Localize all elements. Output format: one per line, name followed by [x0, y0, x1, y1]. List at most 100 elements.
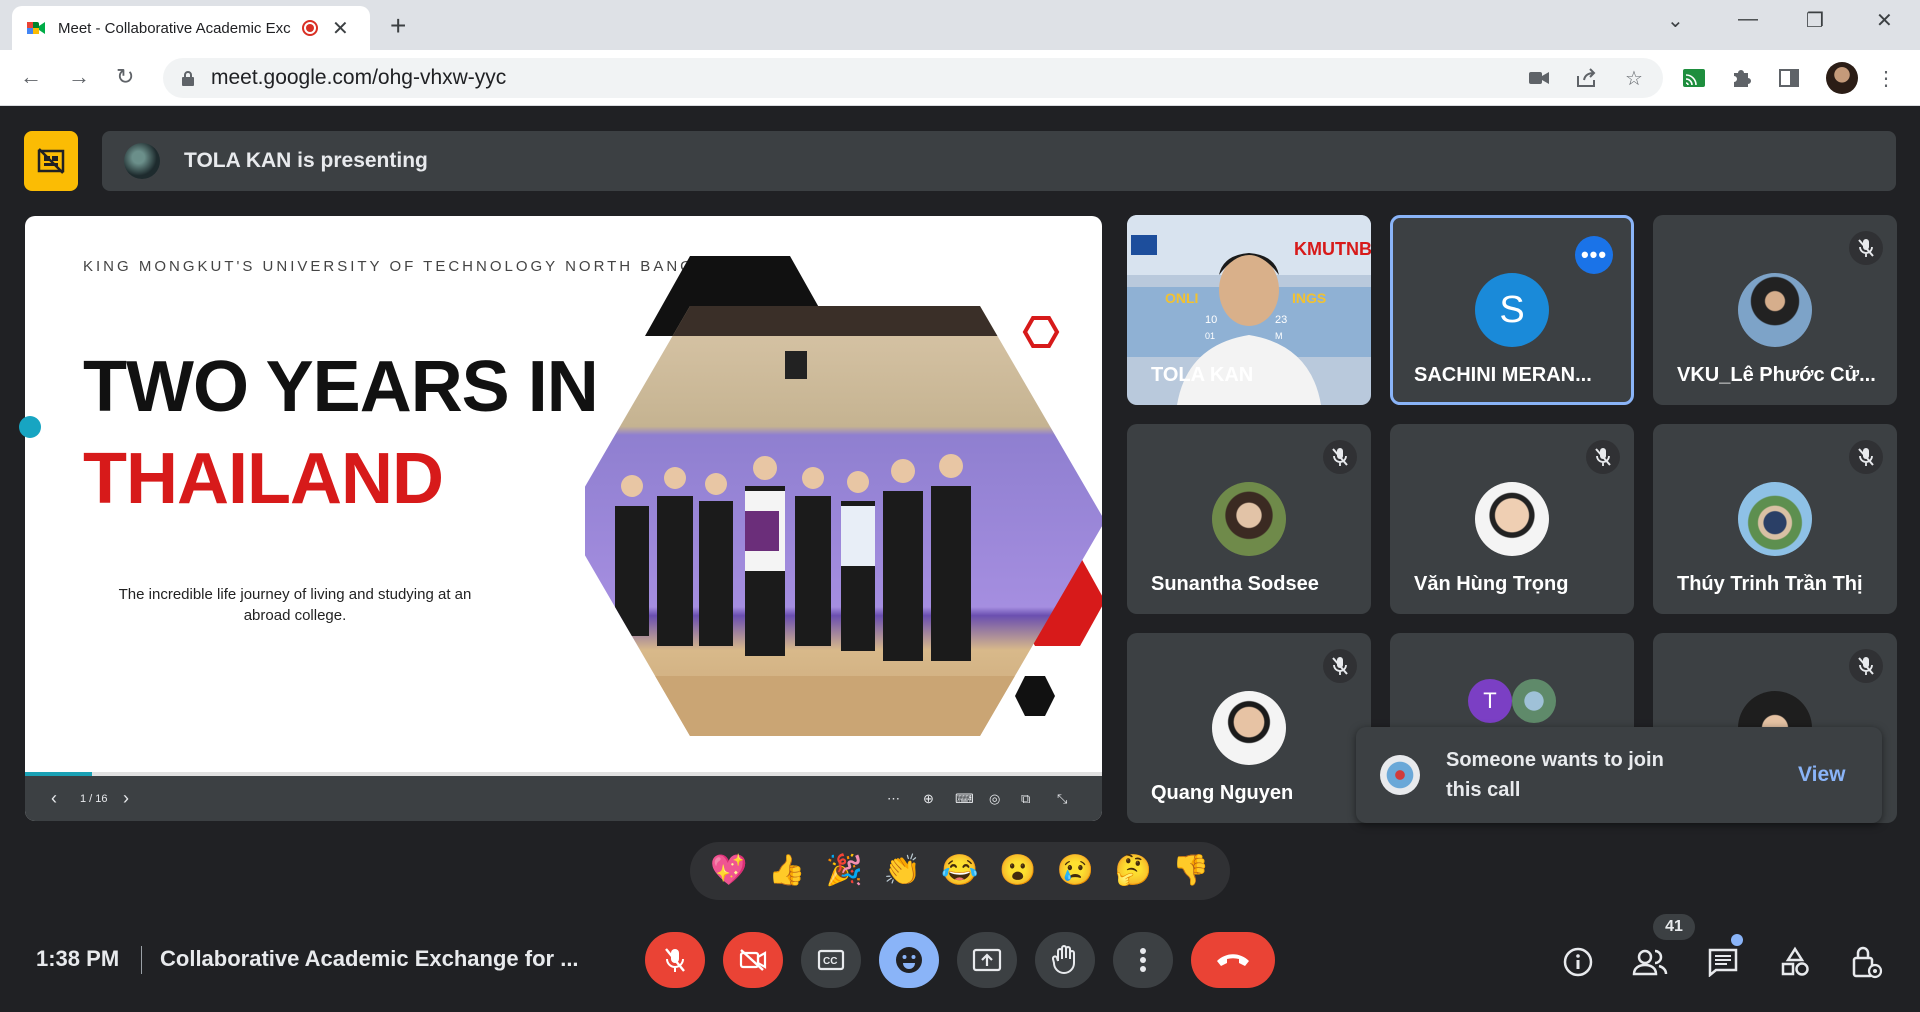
participant-avatar — [1212, 691, 1286, 765]
prev-slide-icon[interactable]: ‹ — [51, 788, 57, 809]
side-panel-icon[interactable] — [1775, 64, 1803, 92]
participant-tile-video[interactable]: KMUTNB ONLI INGS 10 23 01 M TOLA KAN — [1127, 215, 1371, 405]
video-kmutnb-text: KMUTNB — [1294, 239, 1371, 259]
participant-tile[interactable]: VKU_Lê Phước Cử... — [1653, 215, 1897, 405]
camera-off-icon — [739, 949, 767, 971]
reload-icon[interactable]: ↻ — [116, 64, 134, 90]
more-options-button[interactable] — [1113, 932, 1173, 988]
new-tab-button[interactable]: + — [390, 10, 406, 42]
host-controls-button[interactable] — [1847, 942, 1887, 982]
exit-fullscreen-icon[interactable]: ⤡ — [1057, 791, 1067, 807]
keyboard-icon[interactable]: ⌨ — [955, 791, 974, 807]
video-wings-text: INGS — [1292, 290, 1326, 306]
close-window-button[interactable]: ✕ — [1876, 8, 1893, 33]
reactions-button[interactable] — [879, 932, 939, 988]
reaction-surprised[interactable]: 😮 — [999, 856, 1036, 886]
participant-tile[interactable]: Quang Nguyen — [1127, 633, 1371, 823]
bookmark-star-icon[interactable]: ☆ — [1620, 64, 1648, 92]
restore-window-button[interactable]: ❐ — [1806, 8, 1824, 33]
mic-off-icon — [1849, 440, 1883, 474]
people-icon — [1632, 949, 1668, 976]
mic-off-icon — [1849, 231, 1883, 265]
reactions-bar: 💖 👍 🎉 👏 😂 😮 😢 🤔 👎 — [690, 842, 1230, 900]
participant-tile[interactable]: Văn Hùng Trọng — [1390, 424, 1634, 614]
tab-search-icon[interactable]: ⌄ — [1667, 8, 1684, 33]
reaction-crying[interactable]: 😢 — [1057, 856, 1094, 886]
mic-off-icon — [1323, 649, 1357, 683]
recording-icon — [302, 20, 318, 36]
zoom-in-icon[interactable]: ⊕ — [923, 791, 934, 807]
close-tab-button[interactable]: ✕ — [332, 16, 349, 41]
requester-avatar — [1380, 755, 1420, 795]
meeting-details-button[interactable] — [1558, 942, 1598, 982]
host-controls-icon — [1852, 946, 1883, 979]
reaction-thumbs-up[interactable]: 👍 — [768, 856, 805, 886]
reaction-laughing[interactable]: 😂 — [941, 856, 978, 886]
chrome-menu-icon[interactable]: ⋮ — [1872, 64, 1900, 92]
chat-icon — [1708, 948, 1738, 977]
reaction-thinking[interactable]: 🤔 — [1115, 856, 1152, 886]
svg-text:CC: CC — [823, 956, 837, 967]
more-options-icon — [1140, 948, 1146, 972]
slide-title-line2: THAILAND — [83, 439, 444, 519]
activities-icon — [1781, 946, 1809, 976]
presenter-avatar — [124, 143, 160, 179]
browser-toolbar: ← → ↻ meet.google.com/ohg-vhxw-yyc ☆ ⋮ — [0, 50, 1920, 106]
browser-tab[interactable]: Meet - Collaborative Academic Exc ✕ — [12, 6, 370, 50]
minimize-window-button[interactable]: — — [1738, 8, 1758, 31]
cast-icon[interactable] — [1680, 64, 1708, 92]
participant-avatar: T — [1468, 679, 1512, 723]
broadcast-icon[interactable]: ◎ — [989, 791, 1000, 807]
presentation-stage[interactable]: KING MONGKUT'S UNIVERSITY OF TECHNOLOGY … — [25, 216, 1102, 821]
raise-hand-button[interactable] — [1035, 932, 1095, 988]
pip-icon[interactable]: ⧉ — [1021, 791, 1030, 807]
present-now-button[interactable] — [957, 932, 1017, 988]
leave-call-icon — [1217, 954, 1249, 966]
extensions-icon[interactable] — [1727, 64, 1755, 92]
reaction-thumbs-down[interactable]: 👎 — [1172, 856, 1209, 886]
mic-toggle-button[interactable] — [645, 932, 705, 988]
next-slide-icon[interactable]: › — [123, 788, 129, 809]
participant-tile[interactable]: Sunantha Sodsee — [1127, 424, 1371, 614]
profile-avatar[interactable] — [1826, 62, 1858, 94]
participant-tile-active[interactable]: ••• S SACHINI MERAN... — [1390, 215, 1634, 405]
slide-more-icon[interactable]: ⋯ — [887, 791, 900, 807]
address-bar[interactable]: meet.google.com/ohg-vhxw-yyc — [163, 58, 1663, 98]
presenting-label: TOLA KAN is presenting — [184, 149, 428, 172]
more-options-icon[interactable]: ••• — [1575, 236, 1613, 274]
lock-icon — [182, 71, 194, 86]
activities-button[interactable] — [1775, 942, 1815, 982]
meeting-title: Collaborative Academic Exchange for ... — [160, 946, 579, 971]
meeting-time: 1:38 PM — [36, 946, 120, 971]
captions-button[interactable]: CC — [801, 932, 861, 988]
people-button[interactable] — [1630, 942, 1670, 982]
meet-favicon-icon — [27, 22, 45, 34]
forward-icon[interactable]: → — [68, 64, 90, 90]
back-icon[interactable]: ← — [20, 64, 42, 90]
participant-avatar — [1475, 482, 1549, 556]
video-online-text: ONLI — [1165, 290, 1198, 306]
tab-title: Meet - Collaborative Academic Exc — [58, 19, 291, 37]
browser-tab-bar: Meet - Collaborative Academic Exc ✕ + ⌄ … — [0, 0, 1920, 50]
presenter-banner: TOLA KAN is presenting — [102, 131, 1896, 191]
present-icon — [972, 948, 1002, 972]
participant-name: Quang Nguyen — [1151, 782, 1294, 804]
camera-permission-icon[interactable] — [1525, 64, 1553, 92]
share-icon[interactable] — [1573, 64, 1601, 92]
reaction-clapping[interactable]: 👏 — [884, 856, 921, 886]
participant-tile[interactable]: Thúy Trinh Trần Thị — [1653, 424, 1897, 614]
emoji-icon — [896, 947, 922, 973]
join-request-message: Someone wants to join this call — [1446, 749, 1664, 801]
join-request-toast: Someone wants to join this call View — [1356, 727, 1882, 823]
reaction-sparkling-heart[interactable]: 💖 — [710, 856, 747, 886]
participant-name: VKU_Lê Phước Cử... — [1677, 364, 1876, 386]
chat-button[interactable] — [1703, 942, 1743, 982]
bottom-divider — [141, 946, 142, 974]
leave-call-button[interactable] — [1191, 932, 1275, 988]
reaction-party-popper[interactable]: 🎉 — [826, 856, 863, 886]
camera-toggle-button[interactable] — [723, 932, 783, 988]
view-join-request-button[interactable]: View — [1798, 763, 1845, 787]
video-num3-text: 01 — [1205, 331, 1215, 341]
stop-presenting-layout-button[interactable] — [24, 131, 78, 191]
chat-unread-dot — [1731, 934, 1743, 946]
